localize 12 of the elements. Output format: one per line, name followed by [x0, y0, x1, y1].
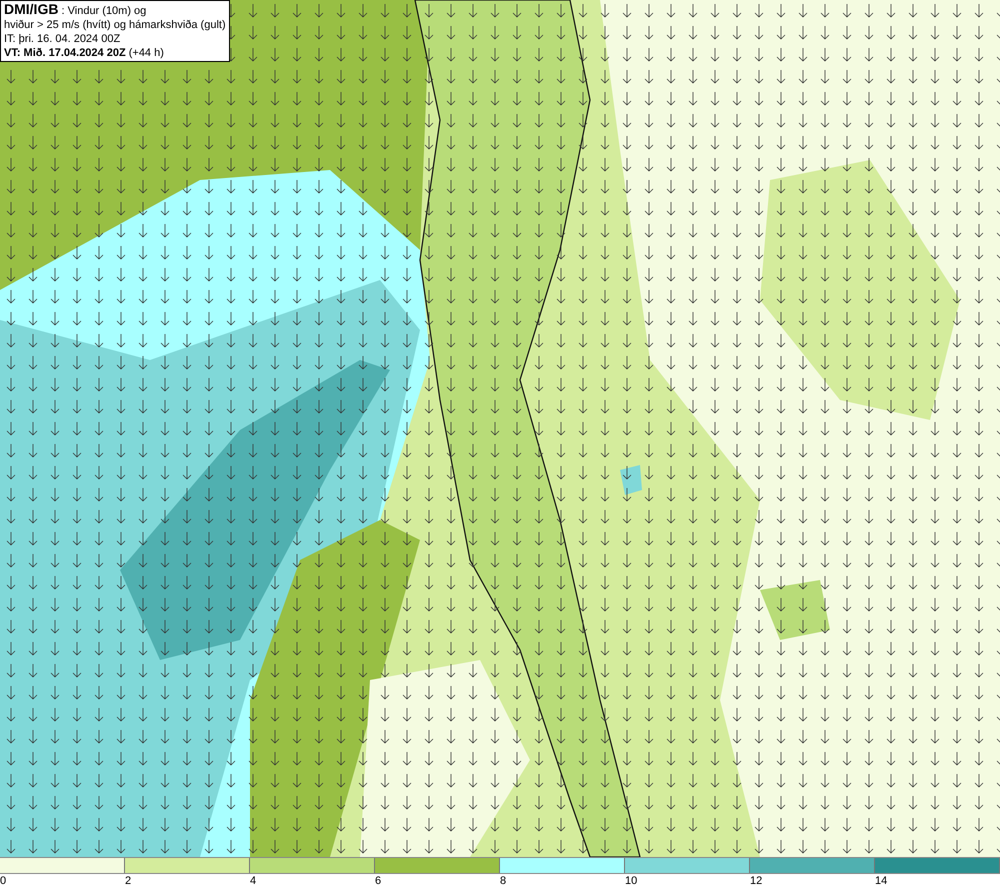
info-line: IT: þri. 16. 04. 2024 00Z	[4, 32, 122, 46]
scale-tick-label: 14	[875, 875, 888, 887]
info-line: DMI/IGB : Vindur (10m) og	[4, 2, 148, 18]
scale-tick-label: 8	[500, 875, 506, 887]
scale-tick-label: 12	[750, 875, 762, 887]
scale-tick-label: 10	[625, 875, 638, 887]
scale-tick-label: 6	[375, 875, 382, 887]
scale-tick-label: 2	[125, 875, 132, 887]
scale-tick-label: 4	[250, 875, 256, 887]
info-line: hviður > 25 m/s (hvítt) og hámarkshviða (gult)	[4, 18, 226, 32]
info-line: VT: Mið. 17.04.2024 20Z (+44 h)	[4, 46, 165, 60]
scale-tick-label: 0	[0, 875, 6, 887]
